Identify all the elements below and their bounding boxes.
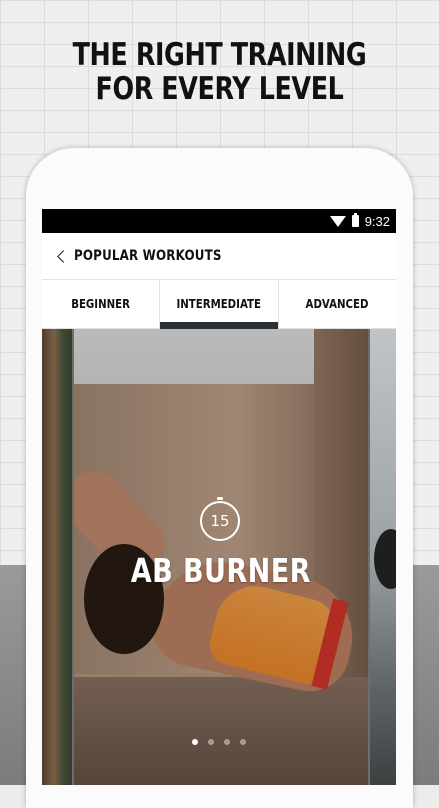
workout-carousel[interactable]: 15 AB BURNER	[42, 329, 396, 785]
status-bar: 9:32	[42, 209, 396, 233]
tab-beginner[interactable]: BEGINNER	[42, 280, 161, 328]
battery-icon	[351, 213, 359, 227]
level-tabs: BEGINNER INTERMEDIATE ADVANCED	[42, 280, 396, 329]
pager-dot[interactable]	[224, 739, 230, 745]
phone-screen: 9:32 POPULAR WORKOUTS BEGINNER INTERMEDI…	[42, 209, 396, 785]
promo-headline-line-2: FOR EVERY LEVEL	[95, 71, 344, 107]
tab-intermediate[interactable]: INTERMEDIATE	[160, 280, 279, 329]
next-workout-card-peek[interactable]	[370, 329, 396, 785]
pager-dot[interactable]	[208, 739, 214, 745]
pager-dot[interactable]	[240, 739, 246, 745]
promo-headline-line-1: THE RIGHT TRAINING	[72, 37, 367, 73]
status-time: 9:32	[364, 213, 390, 229]
page-title: POPULAR WORKOUTS	[74, 248, 222, 264]
workout-title: AB BURNER	[74, 551, 368, 590]
pager-dot[interactable]	[192, 739, 198, 745]
status-icons: 9:32	[329, 212, 390, 230]
exercise-ball-image	[374, 529, 396, 589]
chevron-left-icon	[56, 249, 70, 263]
previous-workout-card-peek[interactable]	[42, 329, 72, 785]
tab-beginner-label: BEGINNER	[71, 297, 131, 311]
tab-advanced-label: ADVANCED	[305, 297, 369, 311]
workout-title-text: AB BURNER	[130, 551, 312, 590]
tab-intermediate-label: INTERMEDIATE	[176, 297, 262, 311]
tab-advanced[interactable]: ADVANCED	[279, 280, 396, 328]
workout-duration: 15	[210, 512, 230, 530]
stopwatch-icon: 15	[200, 497, 240, 541]
promo-headline: THE RIGHT TRAINING FOR EVERY LEVEL	[40, 38, 400, 106]
pager-dots	[42, 739, 396, 745]
app-bar: POPULAR WORKOUTS	[42, 233, 396, 280]
wifi-icon	[329, 215, 346, 227]
